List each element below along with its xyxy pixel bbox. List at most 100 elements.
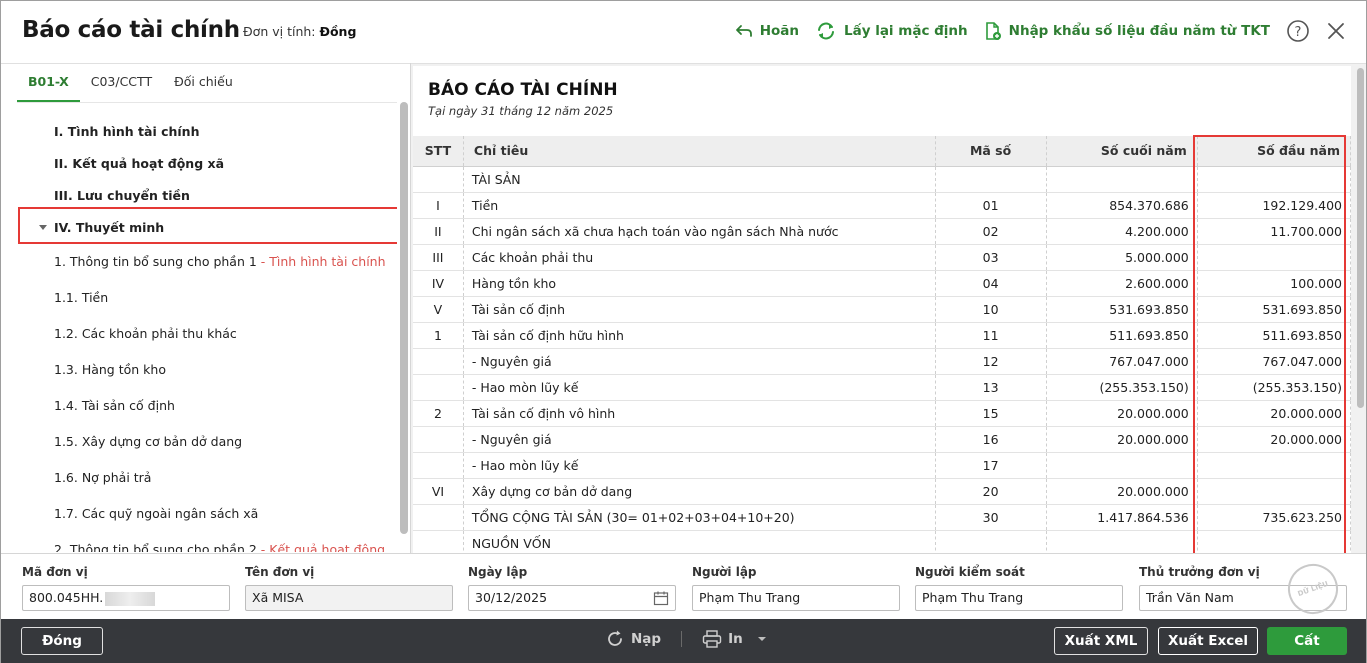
tree-item-ket-qua-hoat-dong[interactable]: II. Kết quả hoạt động xã bbox=[54, 156, 224, 171]
chevron-down-icon[interactable] bbox=[757, 635, 767, 643]
table-row[interactable]: 2 Tài sản cố định vô hình 15 20.000.000 20.0… bbox=[413, 400, 1351, 427]
table-row[interactable]: - Nguyên giá 16 20.000.000 20.000.000 bbox=[413, 426, 1351, 453]
tree-item-phai-thu-khac[interactable]: 1.2. Các khoản phải thu khác bbox=[54, 326, 237, 341]
cell-ma-so: 01 bbox=[935, 192, 1047, 219]
cell-so-dau-nam[interactable]: 735.623.250 bbox=[1197, 504, 1351, 531]
cell-so-dau-nam[interactable]: 767.047.000 bbox=[1197, 348, 1351, 375]
cell-so-dau-nam[interactable]: 20.000.000 bbox=[1197, 400, 1351, 427]
tree-item-quy-ngoai-ngan-sach[interactable]: 1.7. Các quỹ ngoài ngân sách xã bbox=[54, 506, 258, 521]
report-table: STT Chỉ tiêu Mã số Số cuối năm Số đầu nă… bbox=[413, 136, 1351, 554]
cell-so-cuoi-nam[interactable]: (255.353.150) bbox=[1046, 374, 1198, 401]
table-row[interactable]: IV Hàng tồn kho 04 2.600.000 100.000 bbox=[413, 270, 1351, 297]
tree-item-hang-ton-kho[interactable]: 1.3. Hàng tồn kho bbox=[54, 362, 166, 377]
tree-item-tinh-hinh-tai-chinh[interactable]: I. Tình hình tài chính bbox=[54, 124, 199, 139]
table-row[interactable]: NGUỒN VỐN bbox=[413, 530, 1351, 554]
cell-so-cuoi-nam[interactable]: 4.200.000 bbox=[1046, 218, 1198, 245]
cell-so-dau-nam[interactable] bbox=[1197, 478, 1351, 505]
cell-chi-tieu: - Hao mòn lũy kế bbox=[463, 452, 936, 479]
cell-so-dau-nam[interactable]: 11.700.000 bbox=[1197, 218, 1351, 245]
nguoi-kiem-soat-input[interactable]: Phạm Thu Trang bbox=[915, 585, 1123, 611]
left-scrollbar[interactable] bbox=[400, 102, 408, 534]
tab-b01-x[interactable]: B01-X bbox=[17, 70, 80, 102]
field-ngay-lap: Ngày lập 30/12/2025 bbox=[468, 565, 676, 611]
import-opening-button[interactable]: Nhập khẩu số liệu đầu năm từ TKT bbox=[984, 21, 1270, 41]
ngay-lap-input[interactable]: 30/12/2025 bbox=[468, 585, 676, 611]
ma-don-vi-input[interactable]: 800.045HH. bbox=[22, 585, 230, 611]
table-row[interactable]: TÀI SẢN bbox=[413, 166, 1351, 193]
table-row[interactable]: V Tài sản cố định 10 531.693.850 531.693.850 bbox=[413, 296, 1351, 323]
cell-so-cuoi-nam[interactable]: 20.000.000 bbox=[1046, 478, 1198, 505]
cell-so-cuoi-nam[interactable] bbox=[1046, 452, 1198, 479]
print-button[interactable]: In bbox=[728, 631, 743, 647]
cell-so-dau-nam[interactable]: 192.129.400 bbox=[1197, 192, 1351, 219]
cell-so-dau-nam[interactable]: (255.353.150) bbox=[1197, 374, 1351, 401]
tabs-divider bbox=[17, 102, 397, 103]
table-row[interactable]: - Hao mòn lũy kế 13 (255.353.150) (255.353.… bbox=[413, 374, 1351, 401]
close-button[interactable]: Đóng bbox=[21, 627, 103, 655]
field-label: Ngày lập bbox=[468, 565, 528, 579]
tree-item-tai-san-co-dinh[interactable]: 1.4. Tài sản cố định bbox=[54, 398, 175, 413]
tree-item-thuyet-minh[interactable]: IV. Thuyết minh bbox=[54, 220, 164, 235]
cell-so-cuoi-nam[interactable] bbox=[1046, 166, 1198, 193]
calendar-icon[interactable] bbox=[653, 590, 669, 606]
table-row[interactable]: - Nguyên giá 12 767.047.000 767.047.000 bbox=[413, 348, 1351, 375]
help-icon[interactable]: ? bbox=[1286, 19, 1310, 43]
cell-chi-tieu: Tiền bbox=[463, 192, 936, 219]
cell-ma-so: 13 bbox=[935, 374, 1047, 401]
cell-so-dau-nam[interactable]: 20.000.000 bbox=[1197, 426, 1351, 453]
cell-so-cuoi-nam[interactable]: 5.000.000 bbox=[1046, 244, 1198, 271]
reload-button[interactable]: Nạp bbox=[631, 631, 661, 647]
export-excel-button[interactable]: Xuất Excel bbox=[1158, 627, 1258, 655]
tree-item-luu-chuyen-tien[interactable]: III. Lưu chuyển tiền bbox=[54, 188, 190, 203]
expand-caret-icon[interactable] bbox=[39, 225, 47, 230]
cell-ma-so: 30 bbox=[935, 504, 1047, 531]
field-value: 800.045HH. bbox=[29, 590, 104, 605]
cell-so-cuoi-nam[interactable]: 1.417.864.536 bbox=[1046, 504, 1198, 531]
cell-so-dau-nam[interactable] bbox=[1197, 452, 1351, 479]
tab-c03-cctt[interactable]: C03/CCTT bbox=[80, 70, 163, 102]
right-scrollbar[interactable] bbox=[1357, 68, 1364, 408]
table-row[interactable]: I Tiền 01 854.370.686 192.129.400 bbox=[413, 192, 1351, 219]
cell-ma-so: 15 bbox=[935, 400, 1047, 427]
cell-stt bbox=[413, 452, 464, 479]
table-row[interactable]: 1 Tài sản cố định hữu hình 11 511.693.850 51… bbox=[413, 322, 1351, 349]
tree-item-no-phai-tra[interactable]: 1.6. Nợ phải trả bbox=[54, 470, 151, 485]
cell-so-cuoi-nam[interactable]: 20.000.000 bbox=[1046, 426, 1198, 453]
cell-so-cuoi-nam[interactable]: 20.000.000 bbox=[1046, 400, 1198, 427]
tab-doi-chieu[interactable]: Đối chiếu bbox=[163, 70, 244, 102]
table-row[interactable]: VI Xây dựng cơ bản dở dang 20 20.000.000 bbox=[413, 478, 1351, 505]
report-window: Báo cáo tài chính Đơn vị tính: Đồng Hoãn… bbox=[0, 0, 1367, 663]
table-row[interactable]: - Hao mòn lũy kế 17 bbox=[413, 452, 1351, 479]
cell-stt bbox=[413, 374, 464, 401]
cell-so-cuoi-nam[interactable]: 854.370.686 bbox=[1046, 192, 1198, 219]
tree-item-tien[interactable]: 1.1. Tiền bbox=[54, 290, 108, 305]
export-xml-button[interactable]: Xuất XML bbox=[1054, 627, 1148, 655]
cell-stt: I bbox=[413, 192, 464, 219]
cell-so-dau-nam[interactable] bbox=[1197, 244, 1351, 271]
tree-item-tt-bo-sung-2[interactable]: 2. Thông tin bổ sung cho phần 2 - Kết qu… bbox=[54, 542, 385, 552]
save-button[interactable]: Cất bbox=[1267, 627, 1347, 655]
cell-so-dau-nam[interactable] bbox=[1197, 530, 1351, 554]
cell-so-dau-nam[interactable] bbox=[1197, 166, 1351, 193]
table-row[interactable]: II Chi ngân sách xã chưa hạch toán vào ng… bbox=[413, 218, 1351, 245]
undo-button[interactable]: Hoãn bbox=[735, 23, 799, 39]
close-icon[interactable] bbox=[1326, 21, 1346, 41]
nguoi-lap-input[interactable]: Phạm Thu Trang bbox=[692, 585, 900, 611]
tree-item-tt-bo-sung-1[interactable]: 1. Thông tin bổ sung cho phần 1 - Tình h… bbox=[54, 254, 386, 269]
cell-so-cuoi-nam[interactable]: 511.693.850 bbox=[1046, 322, 1198, 349]
cell-so-cuoi-nam[interactable]: 531.693.850 bbox=[1046, 296, 1198, 323]
tree-item-xay-dung-co-ban[interactable]: 1.5. Xây dựng cơ bản dở dang bbox=[54, 434, 242, 449]
cell-so-dau-nam[interactable]: 531.693.850 bbox=[1197, 296, 1351, 323]
reset-default-button[interactable]: Lấy lại mặc định bbox=[815, 21, 968, 41]
ten-don-vi-input[interactable]: Xã MISA bbox=[245, 585, 453, 611]
table-row[interactable]: TỔNG CỘNG TÀI SẢN (30= 01+02+03+04+10+20… bbox=[413, 504, 1351, 531]
cell-so-cuoi-nam[interactable] bbox=[1046, 530, 1198, 554]
cell-so-dau-nam[interactable]: 100.000 bbox=[1197, 270, 1351, 297]
cell-stt: II bbox=[413, 218, 464, 245]
cell-so-cuoi-nam[interactable]: 767.047.000 bbox=[1046, 348, 1198, 375]
table-row[interactable]: III Các khoản phải thu 03 5.000.000 bbox=[413, 244, 1351, 271]
cell-so-dau-nam[interactable]: 511.693.850 bbox=[1197, 322, 1351, 349]
cell-so-cuoi-nam[interactable]: 2.600.000 bbox=[1046, 270, 1198, 297]
report-tabs: B01-X C03/CCTT Đối chiếu bbox=[17, 70, 244, 102]
cell-stt: IV bbox=[413, 270, 464, 297]
